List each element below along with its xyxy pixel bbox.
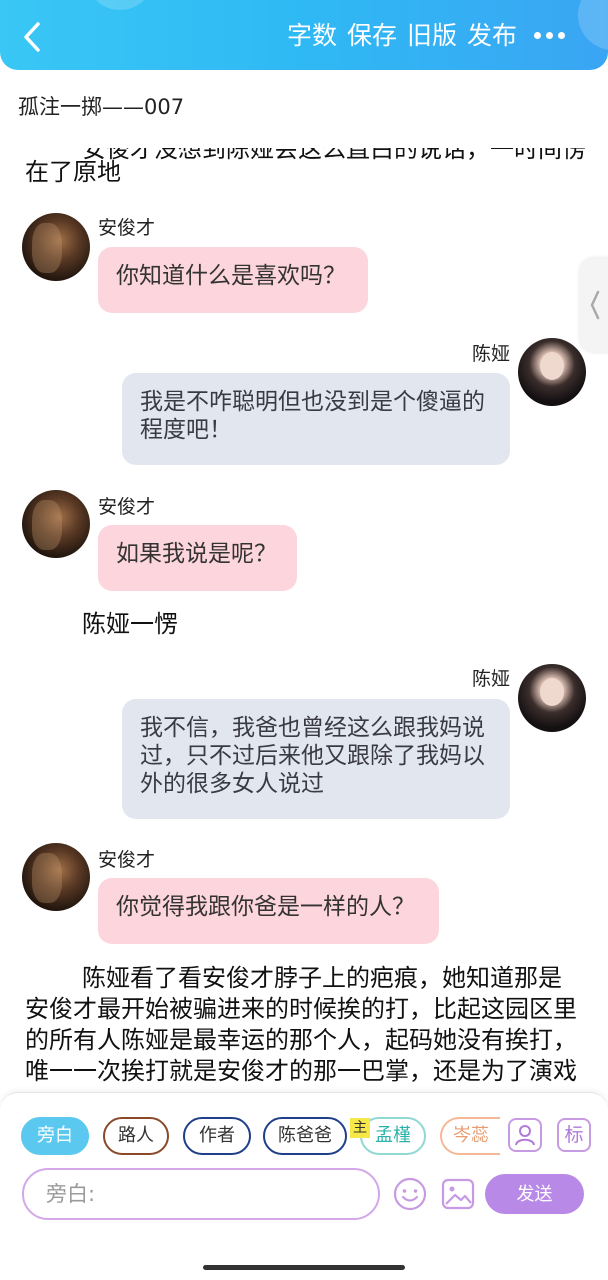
word-count-button[interactable]: 字数 xyxy=(287,18,337,54)
narration-text: 陈娅看了看安俊才脖子上的疤痕，她知道那是安俊才最开始被骗进来的时候挨的打，比起这… xyxy=(25,964,577,1085)
avatar[interactable] xyxy=(518,664,586,732)
message-input[interactable] xyxy=(46,1170,366,1218)
character-chip-narrator[interactable]: 旁白 xyxy=(21,1117,89,1155)
narration-text: 安俊才没想到陈娅会这么直白的说话，一时间愣 xyxy=(82,135,586,163)
chat-bubble[interactable]: 如果我说是呢？ xyxy=(98,525,297,591)
narration-text: 在了原地 xyxy=(25,158,121,186)
narration-text: 陈娅一愣 xyxy=(82,610,178,638)
old-version-button[interactable]: 旧版 xyxy=(407,18,457,54)
story-title: 孤注一掷——007 xyxy=(18,95,185,119)
mark-button[interactable]: 标 xyxy=(557,1118,591,1152)
chat-bubble[interactable]: 你知道什么是喜欢吗？ xyxy=(98,247,368,313)
avatar[interactable] xyxy=(518,338,586,406)
speaker-name: 陈娅 xyxy=(472,343,511,365)
speaker-name: 安俊才 xyxy=(98,496,156,518)
back-icon[interactable] xyxy=(18,20,48,54)
emoji-icon[interactable] xyxy=(392,1176,428,1212)
speaker-name: 陈娅 xyxy=(472,668,511,690)
character-profile-icon[interactable] xyxy=(508,1118,542,1152)
chat-bubble[interactable]: 我是不咋聪明但也没到是个傻逼的程度吧！ xyxy=(122,373,510,465)
decor-circle xyxy=(90,0,150,10)
side-drawer-tab[interactable] xyxy=(580,258,608,352)
speaker-name: 安俊才 xyxy=(98,217,156,239)
character-chip-cenrui[interactable]: 岑蕊 xyxy=(440,1117,500,1155)
send-button[interactable]: 发送 xyxy=(485,1174,584,1214)
more-icon[interactable] xyxy=(532,28,568,44)
character-chip-dad[interactable]: 陈爸爸 xyxy=(263,1117,347,1155)
chat-content: 安俊才没想到陈娅会这么直白的说话，一时间愣 在了原地 安俊才 你知道什么是喜欢吗… xyxy=(0,130,608,1092)
speaker-name: 安俊才 xyxy=(98,849,156,871)
avatar[interactable] xyxy=(22,213,90,281)
character-chip-author[interactable]: 作者 xyxy=(183,1117,251,1155)
avatar[interactable] xyxy=(22,843,90,911)
image-icon[interactable] xyxy=(440,1176,476,1212)
avatar[interactable] xyxy=(22,490,90,558)
decor-circle xyxy=(578,0,608,50)
character-chip-passerby[interactable]: 路人 xyxy=(103,1117,169,1155)
chat-bubble[interactable]: 我不信，我爸也曾经这么跟我妈说过，只不过后来他又跟除了我妈以外的很多女人说过 xyxy=(122,699,510,819)
publish-button[interactable]: 发布 xyxy=(467,18,517,54)
message-input-box[interactable] xyxy=(22,1168,380,1220)
main-character-badge: 主 xyxy=(350,1118,370,1138)
home-indicator[interactable] xyxy=(203,1265,405,1270)
top-bar: 字数 保存 旧版 发布 xyxy=(0,0,608,70)
save-button[interactable]: 保存 xyxy=(347,18,397,54)
chat-bubble[interactable]: 你觉得我跟你爸是一样的人？ xyxy=(98,878,439,944)
